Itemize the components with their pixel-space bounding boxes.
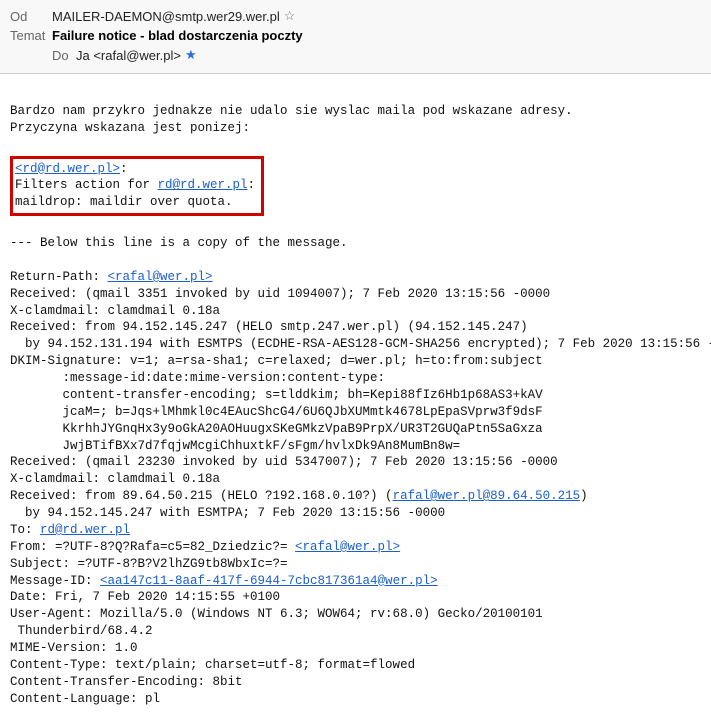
to-value: Ja <rafal@wer.pl> [76, 48, 181, 63]
message-body: Bardzo nam przykro jednakze nie udalo si… [0, 74, 711, 718]
received-2a: Received: from 94.152.145.247 (HELO smtp… [10, 320, 528, 334]
received-from-link[interactable]: rafal@wer.pl@89.64.50.215 [393, 489, 581, 503]
to-label: Do [52, 48, 76, 63]
dkim-5: KkrhhJYGnqHx3y9oGkA20AOHuugxSKeGMkzVpaB9… [10, 422, 543, 436]
subject-label: Temat [10, 28, 52, 43]
content-transfer-encoding: Content-Transfer-Encoding: 8bit [10, 675, 243, 689]
from-label: Od [10, 9, 52, 24]
subject-row: Temat Failure notice - blad dostarczenia… [10, 26, 701, 45]
return-path-link[interactable]: <rafal@wer.pl> [108, 270, 213, 284]
content-type: Content-Type: text/plain; charset=utf-8;… [10, 658, 415, 672]
user-agent-1: User-Agent: Mozilla/5.0 (Windows NT 6.3;… [10, 607, 543, 621]
intro-line-2: Przyczyna wskazana jest ponizej: [10, 121, 250, 135]
dkim-2: :message-id:date:mime-version:content-ty… [10, 371, 385, 385]
star-icon[interactable]: ☆ [284, 8, 296, 24]
star-filled-icon[interactable]: ★ [185, 47, 197, 63]
content-language: Content-Language: pl [10, 692, 160, 706]
intro-line-1: Bardzo nam przykro jednakze nie udalo si… [10, 104, 573, 118]
received-1: Received: (qmail 3351 invoked by uid 109… [10, 287, 550, 301]
error-highlight-box: <rd@rd.wer.pl>: Filters action for rd@rd… [10, 156, 264, 217]
to-address-link[interactable]: rd@rd.wer.pl [40, 523, 130, 537]
message-id-link[interactable]: <aa147c11-8aaf-417f-6944-7cbc817361a4@we… [100, 574, 438, 588]
user-agent-2: Thunderbird/68.4.2 [10, 624, 153, 638]
raw-subject: Subject: =?UTF-8?B?V2lhZG9tb8WbxIc=?= [10, 557, 288, 571]
from-value: MAILER-DAEMON@smtp.wer29.wer.pl [52, 9, 280, 24]
subject-value: Failure notice - blad dostarczenia poczt… [52, 28, 303, 43]
received-4b: by 94.152.145.247 with ESMTPA; 7 Feb 202… [10, 506, 445, 520]
xclam-2: X-clamdmail: clamdmail 0.18a [10, 472, 220, 486]
received-2b: by 94.152.131.194 with ESMTPS (ECDHE-RSA… [10, 337, 711, 351]
from-row: Od MAILER-DAEMON@smtp.wer29.wer.pl ☆ [10, 6, 701, 26]
mime-version: MIME-Version: 1.0 [10, 641, 138, 655]
raw-date: Date: Fri, 7 Feb 2020 14:15:55 +0100 [10, 590, 280, 604]
error-address-link[interactable]: <rd@rd.wer.pl> [15, 162, 120, 176]
error-reason: maildrop: maildir over quota. [15, 195, 233, 209]
xclam-1: X-clamdmail: clamdmail 0.18a [10, 304, 220, 318]
from-address-link[interactable]: <rafal@wer.pl> [295, 540, 400, 554]
dkim-6: JwjBTifBXx7d7fqjwMcgiChhuxtkF/sFgm/hvlxD… [10, 439, 460, 453]
message-header: Od MAILER-DAEMON@smtp.wer29.wer.pl ☆ Tem… [0, 0, 711, 74]
dkim-1: DKIM-Signature: v=1; a=rsa-sha1; c=relax… [10, 354, 543, 368]
error-filter-link[interactable]: rd@rd.wer.pl [158, 178, 248, 192]
dkim-4: jcaM=; b=Jqs+lMhmkl0c4EAucShcG4/6U6QJbXU… [10, 405, 543, 419]
divider-line: --- Below this line is a copy of the mes… [10, 236, 348, 250]
to-row: Do Ja <rafal@wer.pl> ★ [10, 45, 701, 65]
dkim-3: content-transfer-encoding; s=tlddkim; bh… [10, 388, 543, 402]
received-3: Received: (qmail 23230 invoked by uid 53… [10, 455, 558, 469]
